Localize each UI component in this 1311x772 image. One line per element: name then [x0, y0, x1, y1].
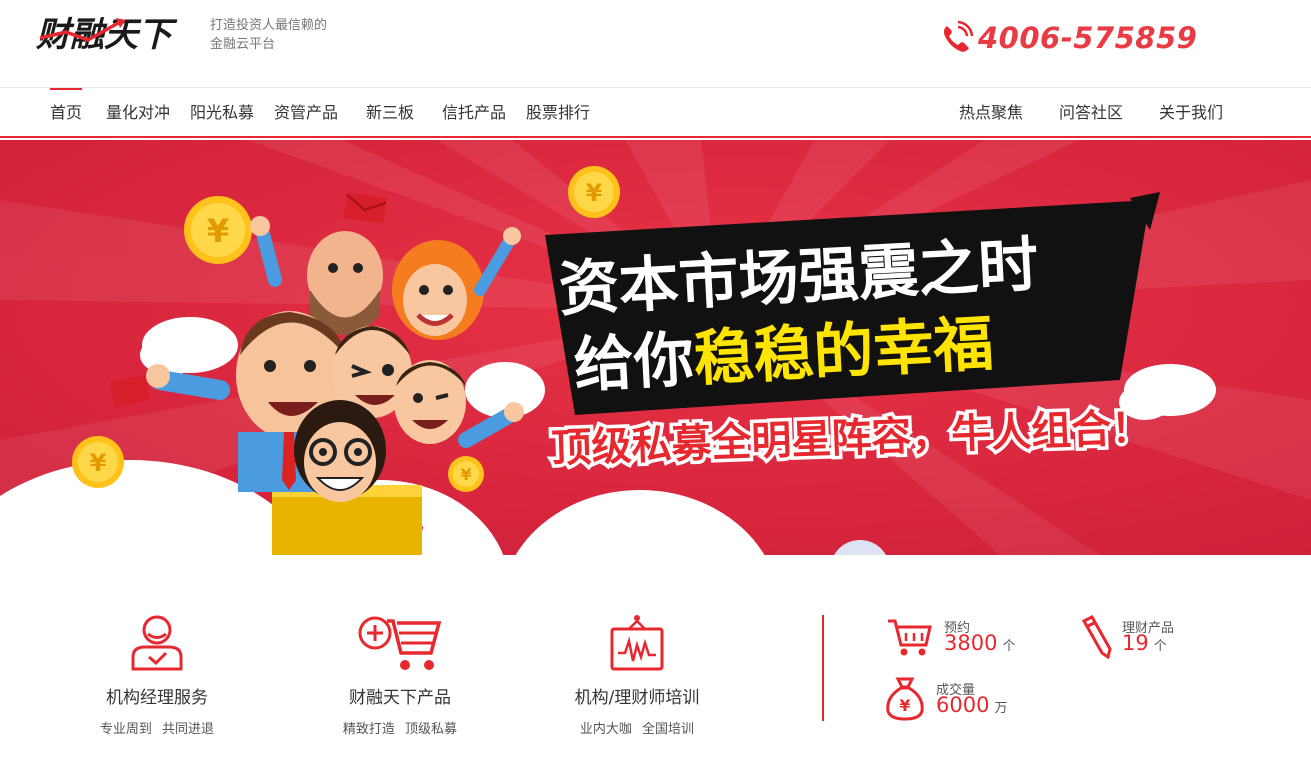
nav-item-stock-ranking[interactable]: 股票排行	[526, 88, 590, 136]
service-products[interactable]: 财融天下产品 精致打造 顶级私募	[330, 613, 470, 737]
site-header: 财融天下 打造投资人最信赖的 金融云平台 4006-575859	[0, 0, 1311, 88]
nav-item-home[interactable]: 首页	[50, 88, 83, 136]
coin-symbol: ¥	[207, 212, 229, 250]
nav-item-quant-hedge[interactable]: 量化对冲	[106, 88, 170, 136]
service-subtitle: 精致打造 顶级私募	[342, 722, 458, 737]
nav-item-private-equity[interactable]: 阳光私募	[190, 88, 254, 136]
phone-number[interactable]: 4006-575859	[978, 21, 1197, 55]
training-monitor-icon	[610, 615, 664, 671]
phone-icon	[943, 20, 974, 52]
nav-item-new-third-board[interactable]: 新三板	[366, 88, 414, 136]
nav-item-trust-products[interactable]: 信托产品	[442, 88, 506, 136]
stat-value: 19 个	[1122, 631, 1167, 655]
tagline-line-1: 打造投资人最信赖的	[210, 18, 328, 33]
service-training[interactable]: 机构/理财师培训 业内大咖 全国培训	[562, 613, 712, 737]
service-manager[interactable]: 机构经理服务 专业周到 共同进退	[86, 613, 228, 737]
main-nav: 首页 量化对冲 阳光私募 资管产品 新三板 信托产品 股票排行 热点聚焦 问答社…	[0, 88, 1311, 138]
stat-products: 理财产品 19 个	[1080, 613, 1220, 663]
stat-unit: 个	[1002, 639, 1016, 654]
nav-item-hot-topics[interactable]: 热点聚焦	[959, 88, 1023, 136]
pencil-icon	[1081, 615, 1112, 659]
service-title: 机构经理服务	[106, 688, 208, 708]
coin-symbol: ¥	[90, 449, 107, 477]
stat-number: 6000	[936, 693, 990, 717]
stat-volume: ¥ 成交量 6000 万	[884, 675, 1044, 725]
stat-value: 6000 万	[936, 693, 1007, 717]
coin-symbol: ¥	[899, 696, 910, 715]
services-section: 机构经理服务 专业周到 共同进退 财融天下产品 精致打造 顶级私募 机构/理财师…	[0, 555, 1311, 772]
shopping-cart-plus-icon	[358, 616, 442, 670]
coin-symbol: ¥	[460, 465, 471, 484]
cart-icon	[888, 619, 932, 656]
logo[interactable]: 财融天下	[36, 10, 196, 58]
stat-value: 3800 个	[944, 631, 1015, 655]
tagline-line-2: 金融云平台	[210, 37, 276, 52]
nav-item-about-us[interactable]: 关于我们	[1159, 88, 1223, 136]
service-title: 财融天下产品	[349, 688, 451, 708]
stat-reservations: 预约 3800 个	[886, 613, 1026, 663]
service-subtitle: 业内大咖 全国培训	[579, 722, 695, 737]
section-divider	[822, 615, 824, 721]
manager-service-icon	[131, 615, 183, 671]
money-bag-icon: ¥	[886, 677, 924, 721]
hero-banner[interactable]: ¥ ¥ ¥ ¥ ¥	[0, 140, 1311, 555]
banner-artwork: ¥ ¥ ¥ ¥ ¥	[0, 140, 1311, 555]
coin-symbol: ¥	[586, 179, 603, 207]
stat-number: 3800	[944, 631, 998, 655]
service-title: 机构/理财师培训	[574, 688, 700, 708]
nav-item-qa-community[interactable]: 问答社区	[1059, 88, 1123, 136]
stat-unit: 万	[994, 701, 1008, 716]
tagline: 打造投资人最信赖的 金融云平台	[210, 16, 327, 54]
service-subtitle: 专业周到 共同进退	[99, 722, 215, 737]
stat-unit: 个	[1153, 639, 1167, 654]
hotline: 4006-575859	[938, 20, 1197, 56]
stat-number: 19	[1122, 631, 1149, 655]
nav-item-asset-management[interactable]: 资管产品	[274, 88, 338, 136]
headline-line-2-plain: 给你	[572, 325, 695, 401]
